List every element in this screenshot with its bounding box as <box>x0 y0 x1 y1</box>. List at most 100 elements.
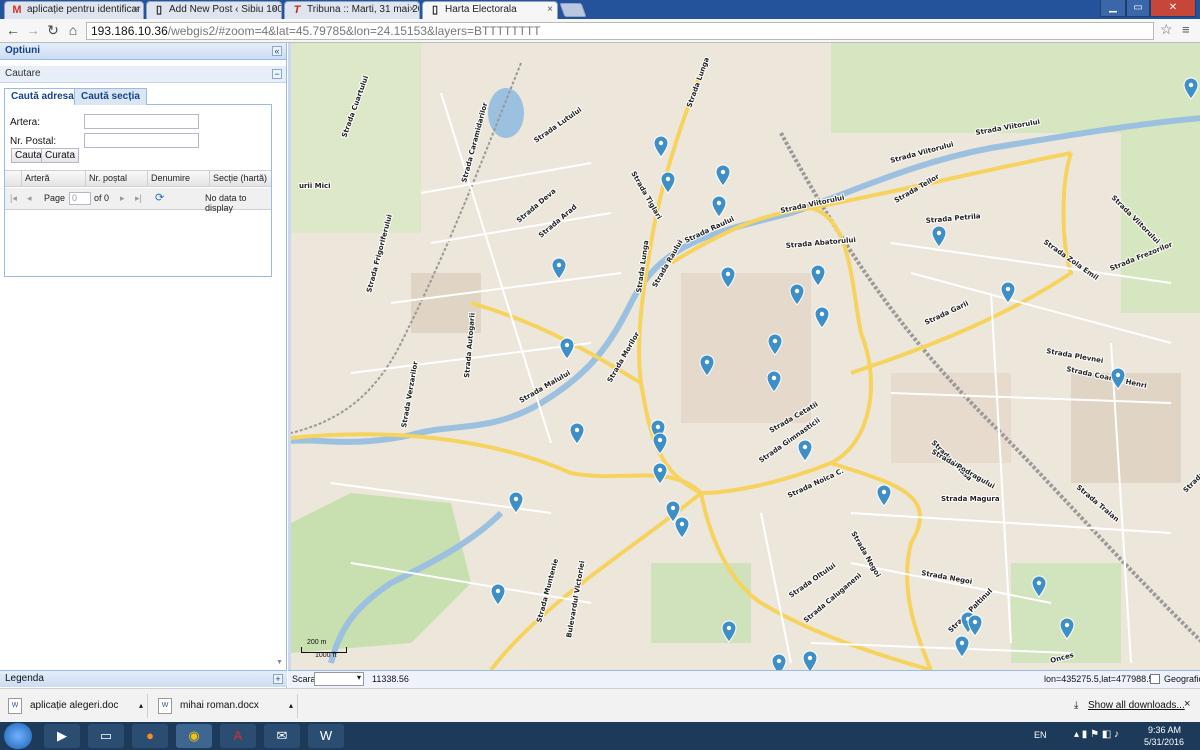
tab-add-new-post[interactable]: ▯ Add New Post ‹ Sibiu 100 × <box>146 1 282 19</box>
collapse-panel-icon[interactable]: « <box>272 46 282 56</box>
close-icon[interactable]: × <box>547 2 553 18</box>
polling-station-marker-icon[interactable] <box>814 306 830 329</box>
polling-station-marker-icon[interactable] <box>876 484 892 507</box>
next-page-icon[interactable]: ▸ <box>120 193 125 204</box>
system-tray-icons[interactable]: ▴ ▮ ⚑ ◧ ♪ <box>1074 729 1119 740</box>
polling-station-marker-icon[interactable] <box>797 439 813 462</box>
polling-station-marker-icon[interactable] <box>559 337 575 360</box>
first-page-icon[interactable]: |◂ <box>10 193 17 204</box>
close-window-button[interactable]: ✕ <box>1150 0 1196 17</box>
polling-station-marker-icon[interactable] <box>551 257 567 280</box>
tab-harta-electorala[interactable]: ▯ Harta Electorala × <box>422 1 558 19</box>
polling-station-marker-icon[interactable] <box>569 422 585 445</box>
postal-input[interactable] <box>84 133 199 148</box>
maximize-button[interactable]: ▭ <box>1126 0 1150 17</box>
street-label: Strada Plevnei <box>1046 347 1104 365</box>
collapse-section-icon[interactable]: − <box>272 69 282 79</box>
address-bar[interactable]: 193.186.10.36/webgis2/#zoom=4&lat=45.797… <box>86 22 1154 40</box>
show-all-downloads-link[interactable]: Show all downloads... <box>1088 700 1185 711</box>
tab-tribuna[interactable]: T Tribuna :: Marti, 31 mai 20 × <box>284 1 420 19</box>
firefox-icon[interactable]: ● <box>132 724 168 748</box>
tab-cauta-adresa[interactable]: Caută adresa <box>4 88 81 105</box>
map-canvas[interactable]: Strada LungaStrada LungaStrada LutuluiSt… <box>291 43 1200 670</box>
polling-station-marker-icon[interactable] <box>652 432 668 455</box>
expand-legend-icon[interactable]: + <box>273 674 283 684</box>
forward-icon[interactable]: → <box>24 21 42 39</box>
legend-header[interactable]: Legenda + <box>0 670 287 687</box>
column-denumire[interactable]: Denumire <box>147 171 209 187</box>
polling-station-marker-icon[interactable] <box>954 635 970 658</box>
polling-station-marker-icon[interactable] <box>967 614 983 637</box>
marker-person-icon <box>1064 622 1070 628</box>
marker-person-icon <box>936 230 942 236</box>
polling-station-marker-icon[interactable] <box>802 650 818 670</box>
download-icon: ⤓ <box>1074 700 1079 711</box>
close-icon[interactable]: × <box>133 2 139 18</box>
close-icon[interactable]: × <box>271 2 277 18</box>
polling-station-marker-icon[interactable] <box>653 135 669 158</box>
tab-gmail[interactable]: M aplicație pentru identificar × <box>4 1 144 19</box>
file-explorer-icon[interactable]: ▭ <box>88 724 124 748</box>
marker-person-icon <box>665 176 671 182</box>
clear-button[interactable]: Curata <box>41 148 80 163</box>
scale-select[interactable]: ▾ <box>314 672 364 686</box>
chevron-up-icon[interactable]: ▴ <box>139 694 143 718</box>
column-artera[interactable]: Arteră domiciliu <box>21 171 85 198</box>
chevron-up-icon[interactable]: ▴ <box>289 694 293 718</box>
marker-person-icon <box>1005 286 1011 292</box>
tab-cauta-sectia[interactable]: Caută secția <box>74 88 147 105</box>
polling-station-marker-icon[interactable] <box>652 462 668 485</box>
polling-station-marker-icon[interactable] <box>674 516 690 539</box>
language-indicator[interactable]: EN <box>1034 730 1047 740</box>
scale-meters: 200 m <box>307 639 327 646</box>
column-nr-postal[interactable]: Nr. poștal <box>85 171 147 187</box>
prev-page-icon[interactable]: ◂ <box>27 193 32 204</box>
artera-label: Artera: <box>10 117 41 128</box>
reload-icon[interactable]: ↻ <box>44 21 62 39</box>
marker-person-icon <box>720 169 726 175</box>
column-sectie[interactable]: Secție (hartă) <box>209 171 271 187</box>
minimize-button[interactable]: ▁ <box>1100 0 1126 17</box>
page-count: of 0 <box>94 193 110 203</box>
refresh-icon[interactable]: ⟳ <box>155 191 164 204</box>
marker-person-icon <box>1036 580 1042 586</box>
artera-input[interactable] <box>84 114 199 129</box>
marker-person-icon <box>655 424 661 430</box>
word-icon[interactable]: W <box>308 724 344 748</box>
outlook-icon[interactable]: ✉ <box>264 724 300 748</box>
menu-icon[interactable]: ≡ <box>1182 22 1190 37</box>
media-player-icon[interactable]: ▶ <box>44 724 80 748</box>
scroll-down-icon[interactable]: ▼ <box>276 659 283 666</box>
polling-station-marker-icon[interactable] <box>490 583 506 606</box>
acrobat-icon[interactable]: A <box>220 724 256 748</box>
marker-person-icon <box>959 640 965 646</box>
bookmark-star-icon[interactable]: ☆ <box>1160 21 1173 38</box>
polling-station-marker-icon[interactable] <box>931 225 947 248</box>
geographic-checkbox[interactable] <box>1150 674 1160 684</box>
new-tab-button[interactable] <box>559 3 587 17</box>
download-item[interactable]: W mihai roman.docx ▴ <box>150 694 298 718</box>
tab-label: Add New Post ‹ Sibiu 100 <box>169 4 282 15</box>
street-label: Strada Coana <box>1182 451 1200 494</box>
download-item[interactable]: W aplicație alegeri.doc ▴ <box>0 694 148 718</box>
marker-person-icon <box>495 588 501 594</box>
marker-person-icon <box>670 505 676 511</box>
close-icon[interactable]: × <box>409 2 415 18</box>
marker-person-icon <box>658 140 664 146</box>
close-icon[interactable]: × <box>1184 698 1190 710</box>
home-icon[interactable]: ⌂ <box>64 21 82 39</box>
map-view[interactable]: Strada Lunga Strada Lunga Strada Lutului St… <box>288 43 1200 670</box>
search-section-header[interactable]: Cautare − <box>0 66 286 83</box>
tab-label: aplicație pentru identificar <box>27 4 141 15</box>
back-icon[interactable]: ← <box>4 21 22 39</box>
chrome-icon[interactable]: ◉ <box>176 724 212 748</box>
downloads-bar: W aplicație alegeri.doc ▴ W mihai roman.… <box>0 688 1200 722</box>
polling-station-marker-icon[interactable] <box>711 195 727 218</box>
page-number-input[interactable]: 0 <box>69 192 91 205</box>
marker-person-icon <box>513 496 519 502</box>
polling-station-marker-icon[interactable] <box>715 164 731 187</box>
start-button[interactable] <box>4 723 32 749</box>
last-page-icon[interactable]: ▸| <box>135 193 142 204</box>
marker-person-icon <box>972 619 978 625</box>
polling-station-marker-icon[interactable] <box>810 264 826 287</box>
